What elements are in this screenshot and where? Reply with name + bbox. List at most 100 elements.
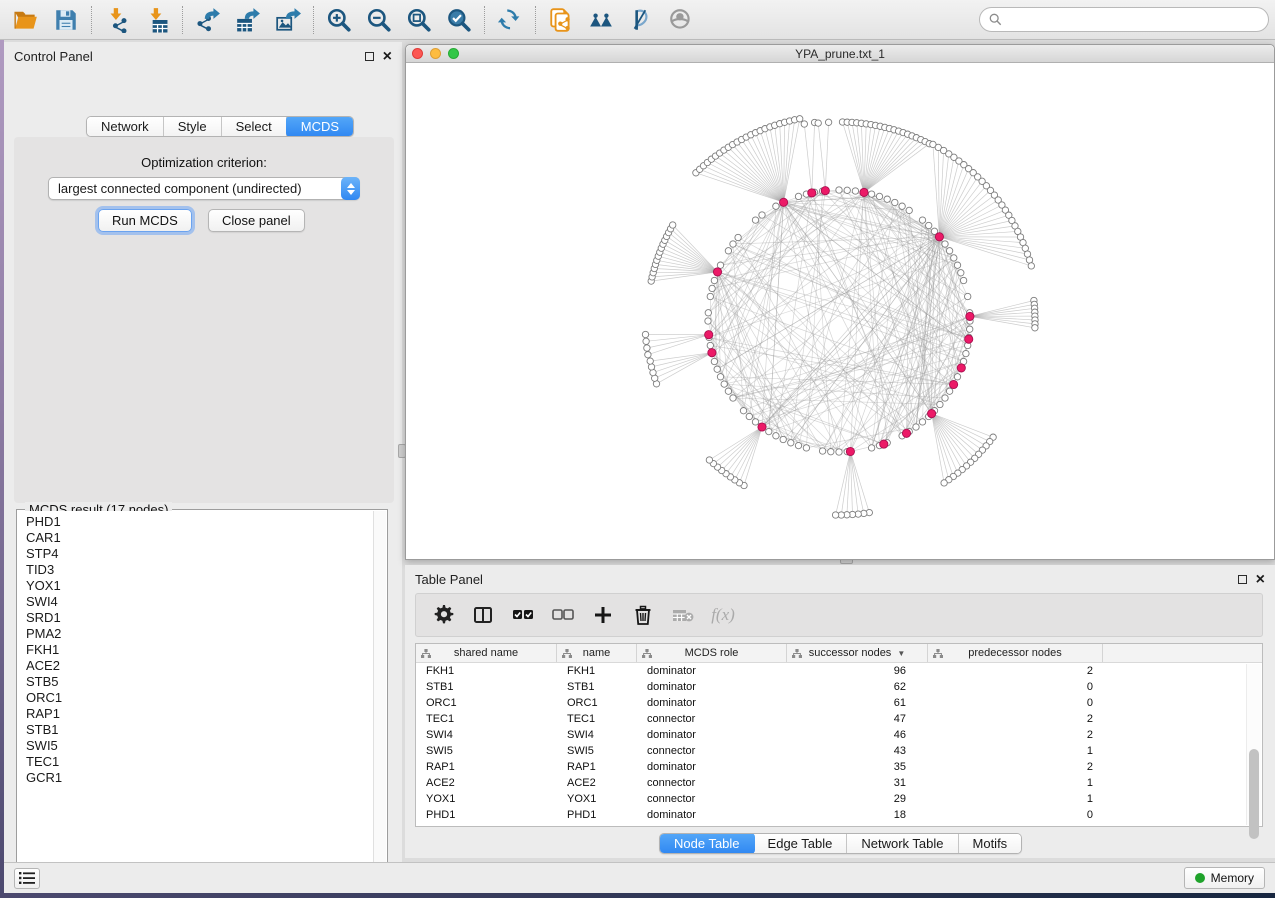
network-node[interactable]	[926, 222, 932, 228]
criterion-dropdown[interactable]: largest connected component (undirected)	[48, 177, 360, 200]
network-node[interactable]	[958, 270, 964, 276]
network-hub-node[interactable]	[935, 233, 943, 241]
delete-column-button[interactable]	[626, 598, 660, 632]
table-row[interactable]: PHD1PHD1dominator180	[416, 807, 1262, 823]
network-node[interactable]	[967, 326, 973, 332]
run-mcds-button[interactable]: Run MCDS	[98, 209, 192, 232]
network-node[interactable]	[709, 285, 715, 291]
zoom-in-button[interactable]	[319, 3, 359, 37]
add-column-button[interactable]	[586, 598, 620, 632]
open-file-button[interactable]	[6, 3, 46, 37]
network-node[interactable]	[954, 262, 960, 268]
network-node[interactable]	[1026, 257, 1032, 263]
network-hub-node[interactable]	[860, 188, 868, 196]
mcds-result-item[interactable]: STP4	[26, 546, 373, 562]
network-node[interactable]	[868, 445, 874, 451]
network-hub-node[interactable]	[966, 312, 974, 320]
network-node[interactable]	[946, 388, 952, 394]
network-node[interactable]	[730, 241, 736, 247]
table-scrollbar-thumb[interactable]	[1249, 749, 1259, 839]
network-node[interactable]	[946, 248, 952, 254]
import-table-button[interactable]	[137, 3, 177, 37]
network-node[interactable]	[648, 364, 654, 370]
zoom-fit-button[interactable]	[399, 3, 439, 37]
network-node[interactable]	[766, 428, 772, 434]
network-node[interactable]	[759, 212, 765, 218]
tab-style[interactable]: Style	[164, 117, 222, 136]
mcds-result-item[interactable]: PHD1	[26, 514, 373, 530]
table-row[interactable]: YOX1YOX1connector291	[416, 791, 1262, 807]
mcds-result-item[interactable]: ORC1	[26, 690, 373, 706]
network-hub-node[interactable]	[780, 198, 788, 206]
network-node[interactable]	[730, 395, 736, 401]
network-node[interactable]	[868, 191, 874, 197]
table-row[interactable]: ACE2ACE2connector311	[416, 775, 1262, 791]
deselect-all-button[interactable]	[546, 598, 580, 632]
network-hub-node[interactable]	[808, 189, 816, 197]
network-canvas[interactable]	[406, 63, 1274, 559]
column-header-successor-nodes[interactable]: successor nodes▼	[787, 644, 928, 662]
mcds-result-item[interactable]: SRD1	[26, 610, 373, 626]
network-node[interactable]	[884, 196, 890, 202]
mcds-result-item[interactable]: RAP1	[26, 706, 373, 722]
column-header-name[interactable]: name	[557, 644, 637, 662]
network-node[interactable]	[711, 277, 717, 283]
column-header-predecessor-nodes[interactable]: predecessor nodes	[928, 644, 1103, 662]
mcds-list-scrollbar[interactable]	[373, 511, 386, 878]
network-node[interactable]	[773, 433, 779, 439]
network-node[interactable]	[670, 222, 676, 228]
network-node[interactable]	[836, 449, 842, 455]
network-node[interactable]	[836, 187, 842, 193]
network-node[interactable]	[711, 358, 717, 364]
search-box[interactable]	[979, 7, 1269, 32]
tab-mcds[interactable]: MCDS	[286, 116, 354, 137]
network-hub-node[interactable]	[965, 335, 973, 343]
close-panel-button[interactable]: Close panel	[208, 209, 305, 232]
mcds-result-item[interactable]: GCR1	[26, 770, 373, 786]
network-node[interactable]	[706, 457, 712, 463]
column-header-MCDS-role[interactable]: MCDS role	[637, 644, 787, 662]
network-node[interactable]	[844, 187, 850, 193]
network-node[interactable]	[643, 338, 649, 344]
mcds-result-item[interactable]: CAR1	[26, 530, 373, 546]
close-panel-icon[interactable]: ×	[383, 52, 392, 61]
network-node[interactable]	[1024, 251, 1030, 257]
tab-network[interactable]: Network	[87, 117, 164, 136]
network-hub-node[interactable]	[928, 410, 936, 418]
table-row[interactable]: SWI4SWI4dominator462	[416, 727, 1262, 743]
network-node[interactable]	[740, 408, 746, 414]
network-node[interactable]	[788, 440, 794, 446]
network-node[interactable]	[705, 310, 711, 316]
mcds-result-item[interactable]: TEC1	[26, 754, 373, 770]
network-hub-node[interactable]	[950, 380, 958, 388]
search-input[interactable]	[1007, 13, 1259, 27]
network-node[interactable]	[797, 116, 803, 122]
network-node[interactable]	[642, 331, 648, 337]
network-hub-node[interactable]	[957, 364, 965, 372]
network-node[interactable]	[815, 120, 821, 126]
first-neighbors-button[interactable]	[581, 3, 621, 37]
network-hub-node[interactable]	[880, 440, 888, 448]
memory-button[interactable]: Memory	[1184, 867, 1265, 889]
float-panel-icon[interactable]	[365, 52, 374, 61]
network-node[interactable]	[1028, 263, 1034, 269]
network-node[interactable]	[899, 203, 905, 209]
mcds-result-item[interactable]: SWI5	[26, 738, 373, 754]
column-header-shared-name[interactable]: shared name	[416, 644, 557, 662]
network-node[interactable]	[801, 121, 807, 127]
network-node[interactable]	[721, 381, 727, 387]
network-node[interactable]	[735, 234, 741, 240]
network-node[interactable]	[644, 345, 650, 351]
network-node[interactable]	[963, 350, 969, 356]
export-image-button[interactable]	[268, 3, 308, 37]
table-scrollbar-track[interactable]	[1246, 664, 1261, 825]
network-node[interactable]	[780, 436, 786, 442]
network-node[interactable]	[954, 374, 960, 380]
network-node[interactable]	[717, 374, 723, 380]
mcds-result-item[interactable]: PMA2	[26, 626, 373, 642]
network-node[interactable]	[714, 366, 720, 372]
network-node[interactable]	[746, 413, 752, 419]
network-node[interactable]	[819, 448, 825, 454]
network-node[interactable]	[828, 449, 834, 455]
network-node[interactable]	[937, 401, 943, 407]
